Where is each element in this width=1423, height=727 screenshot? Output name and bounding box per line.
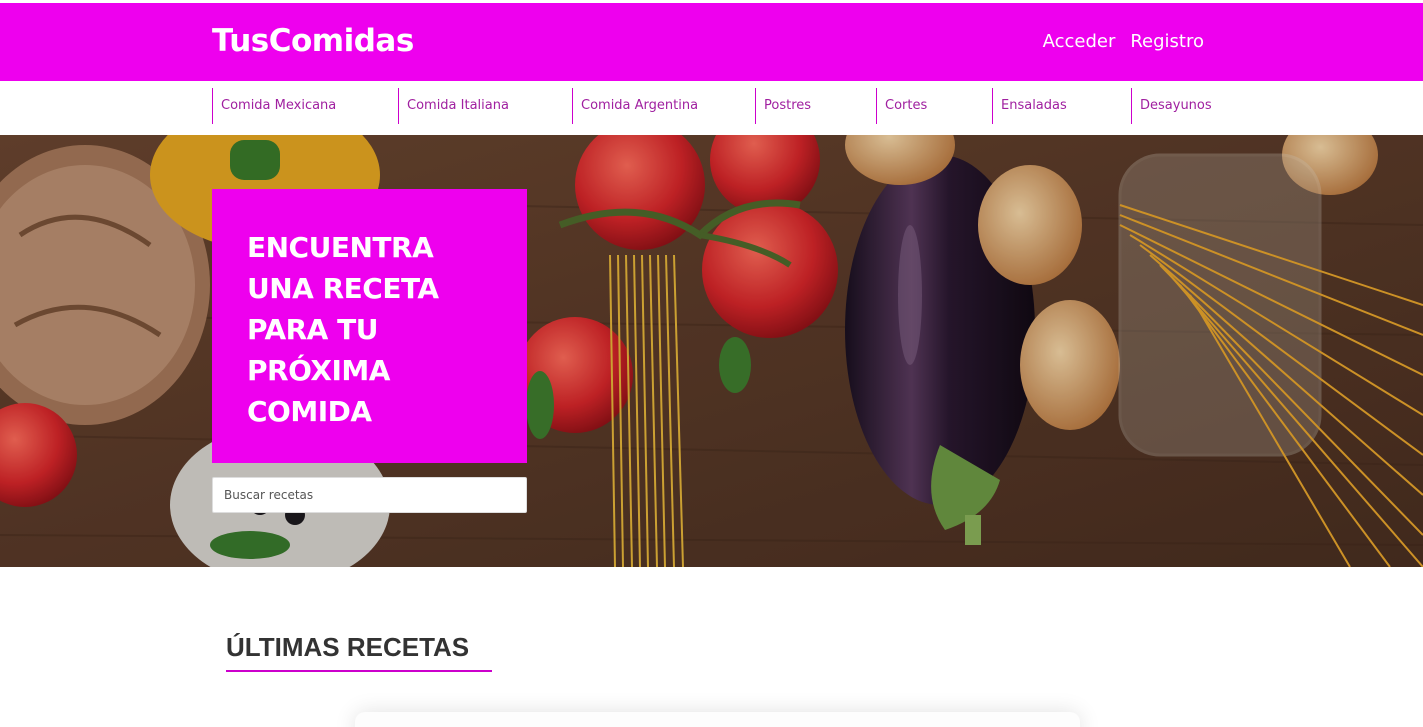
category-postres[interactable]: Postres bbox=[755, 88, 811, 124]
site-logo[interactable]: TusComidas bbox=[212, 23, 414, 59]
recipe-search-input[interactable] bbox=[212, 477, 527, 513]
recipe-card[interactable] bbox=[355, 712, 1080, 727]
hero-title: ENCUENTRA UNA RECETA PARA TU PRÓXIMA COM… bbox=[247, 231, 439, 428]
register-link[interactable]: Registro bbox=[1130, 31, 1204, 52]
site-header: TusComidas Acceder Registro bbox=[0, 3, 1423, 81]
category-italiana[interactable]: Comida Italiana bbox=[398, 88, 509, 124]
category-nav: Comida Mexicana Comida Italiana Comida A… bbox=[0, 81, 1423, 135]
latest-recipes-heading: ÚLTIMAS RECETAS bbox=[226, 632, 470, 662]
hero-headline-card: ENCUENTRA UNA RECETA PARA TU PRÓXIMA COM… bbox=[212, 189, 527, 463]
login-link[interactable]: Acceder bbox=[1043, 31, 1116, 52]
category-ensaladas[interactable]: Ensaladas bbox=[992, 88, 1067, 124]
category-desayunos[interactable]: Desayunos bbox=[1131, 88, 1212, 124]
category-cortes[interactable]: Cortes bbox=[876, 88, 927, 124]
account-links: Acceder Registro bbox=[1043, 31, 1204, 52]
hero-banner: ENCUENTRA UNA RECETA PARA TU PRÓXIMA COM… bbox=[0, 135, 1423, 567]
category-argentina[interactable]: Comida Argentina bbox=[572, 88, 698, 124]
heading-underline bbox=[226, 670, 492, 672]
category-mexicana[interactable]: Comida Mexicana bbox=[212, 88, 336, 124]
